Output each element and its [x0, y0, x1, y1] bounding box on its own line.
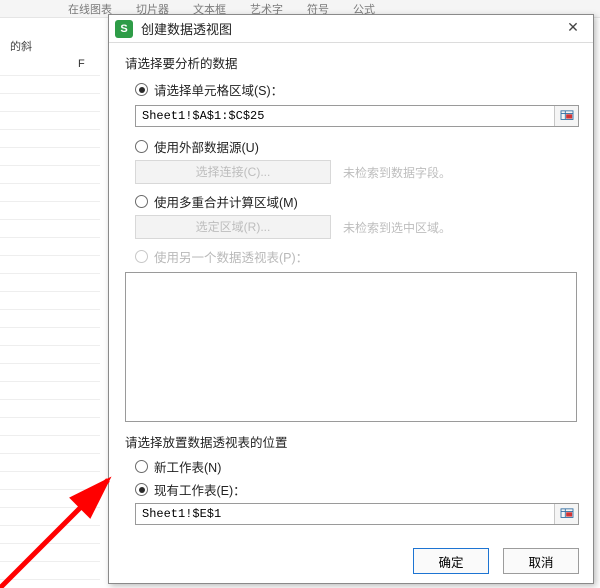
dialog-footer: 确定 取消: [109, 539, 593, 583]
hint-no-field: 未检索到数据字段。: [343, 164, 451, 181]
radio-reuse: [135, 250, 148, 263]
opt-new-sheet-label: 新工作表(N): [154, 457, 221, 476]
dialog-title: 创建数据透视图: [141, 19, 559, 38]
opt-multi-label: 使用多重合并计算区域(M): [154, 192, 298, 211]
app-icon: S: [115, 20, 133, 38]
section-place-title: 请选择放置数据透视表的位置: [125, 432, 579, 451]
opt-external[interactable]: 使用外部数据源(U): [135, 137, 579, 156]
reuse-pivot-list: [125, 272, 577, 422]
range-picker-icon: [560, 508, 574, 520]
close-button[interactable]: ✕: [559, 19, 587, 39]
background-col-header: F: [78, 58, 85, 70]
opt-existing-sheet-label: 现有工作表(E)：: [154, 480, 246, 499]
opt-external-label: 使用外部数据源(U): [154, 137, 259, 156]
cancel-button[interactable]: 取消: [503, 548, 579, 574]
section-analyze-title: 请选择要分析的数据: [125, 53, 579, 72]
opt-reuse-label: 使用另一个数据透视表(P)：: [154, 247, 308, 266]
opt-multi[interactable]: 使用多重合并计算区域(M): [135, 192, 579, 211]
radio-external[interactable]: [135, 140, 148, 153]
background-text: 的斜: [10, 38, 32, 54]
ok-button[interactable]: 确定: [413, 548, 489, 574]
range-input[interactable]: [136, 106, 554, 126]
create-pivot-dialog: S 创建数据透视图 ✕ 请选择要分析的数据 请选择单元格区域(S)： 使用外部数: [108, 14, 594, 584]
existing-range-picker-button[interactable]: [554, 504, 578, 524]
range-picker-button[interactable]: [554, 106, 578, 126]
radio-multi[interactable]: [135, 195, 148, 208]
opt-select-range[interactable]: 请选择单元格区域(S)：: [135, 80, 579, 99]
range-input-wrap: [135, 105, 579, 127]
radio-select-range[interactable]: [135, 83, 148, 96]
opt-new-sheet[interactable]: 新工作表(N): [135, 457, 579, 476]
opt-existing-sheet[interactable]: 现有工作表(E)：: [135, 480, 579, 499]
hint-no-region: 未检索到选中区域。: [343, 219, 451, 236]
radio-existing-sheet[interactable]: [135, 483, 148, 496]
existing-range-wrap: [135, 503, 579, 525]
range-picker-icon: [560, 110, 574, 122]
existing-range-input[interactable]: [136, 504, 554, 524]
titlebar: S 创建数据透视图 ✕: [109, 15, 593, 43]
choose-region-button: 选定区域(R)...: [135, 215, 331, 239]
radio-new-sheet[interactable]: [135, 460, 148, 473]
opt-reuse: 使用另一个数据透视表(P)：: [135, 247, 579, 266]
background-grid: document.write(Array.from({length:30},()…: [0, 18, 100, 588]
choose-connection-button: 选择连接(C)...: [135, 160, 331, 184]
opt-select-range-label: 请选择单元格区域(S)：: [154, 80, 283, 99]
